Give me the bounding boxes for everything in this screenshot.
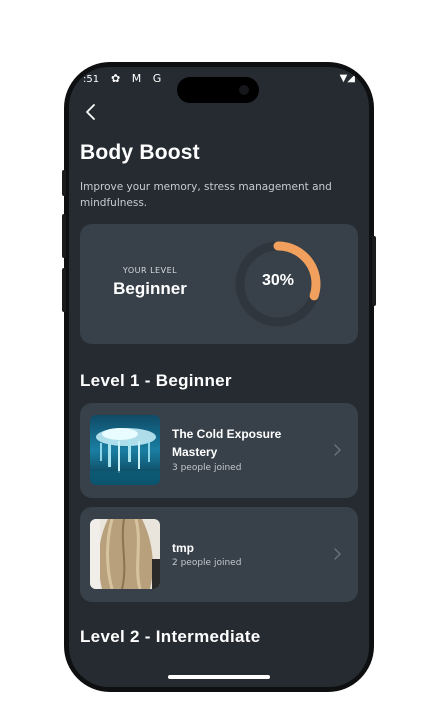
page-title: Body Boost <box>80 141 200 164</box>
app-screen: :51 ✿ M G ▼◢ Body Boost Improve your mem… <box>69 67 369 687</box>
course-joined-count: 3 people joined <box>172 463 242 473</box>
back-button[interactable] <box>79 100 105 126</box>
course-card-tmp[interactable]: tmp 2 people joined <box>80 507 358 602</box>
level-caption: YOUR LEVEL <box>122 266 178 275</box>
course-thumbnail <box>90 415 160 485</box>
chevron-right-icon <box>334 548 341 560</box>
notification-icons: ✿ M G <box>111 72 166 85</box>
section-title-level-2: Level 2 - Intermediate <box>80 627 261 646</box>
home-indicator[interactable] <box>168 675 270 679</box>
camera-lens-icon <box>239 85 249 95</box>
course-joined-count: 2 people joined <box>172 558 242 568</box>
wifi-signal-icons: ▼◢ <box>339 73 355 84</box>
silent-switch <box>62 268 66 312</box>
power-button <box>372 236 376 306</box>
chevron-right-icon <box>334 444 341 456</box>
course-thumbnail <box>90 519 160 589</box>
course-card-cold-exposure[interactable]: The Cold Exposure Mastery 3 people joine… <box>80 403 358 498</box>
volume-up-button <box>62 170 66 196</box>
chevron-left-icon <box>86 104 95 120</box>
level-card: YOUR LEVEL Beginner 30% <box>80 224 358 344</box>
camera-notch <box>177 77 259 103</box>
course-title: The Cold Exposure Mastery <box>172 427 282 459</box>
progress-percent: 30% <box>261 272 295 289</box>
volume-down-button <box>62 214 66 258</box>
page-description: Improve your memory, stress management a… <box>80 181 332 209</box>
ice-image <box>90 415 160 485</box>
status-time: :51 <box>83 74 100 85</box>
level-name: Beginner <box>113 279 187 298</box>
section-title-level-1: Level 1 - Beginner <box>80 371 232 390</box>
hair-image <box>90 519 160 589</box>
course-title: tmp <box>172 541 194 555</box>
